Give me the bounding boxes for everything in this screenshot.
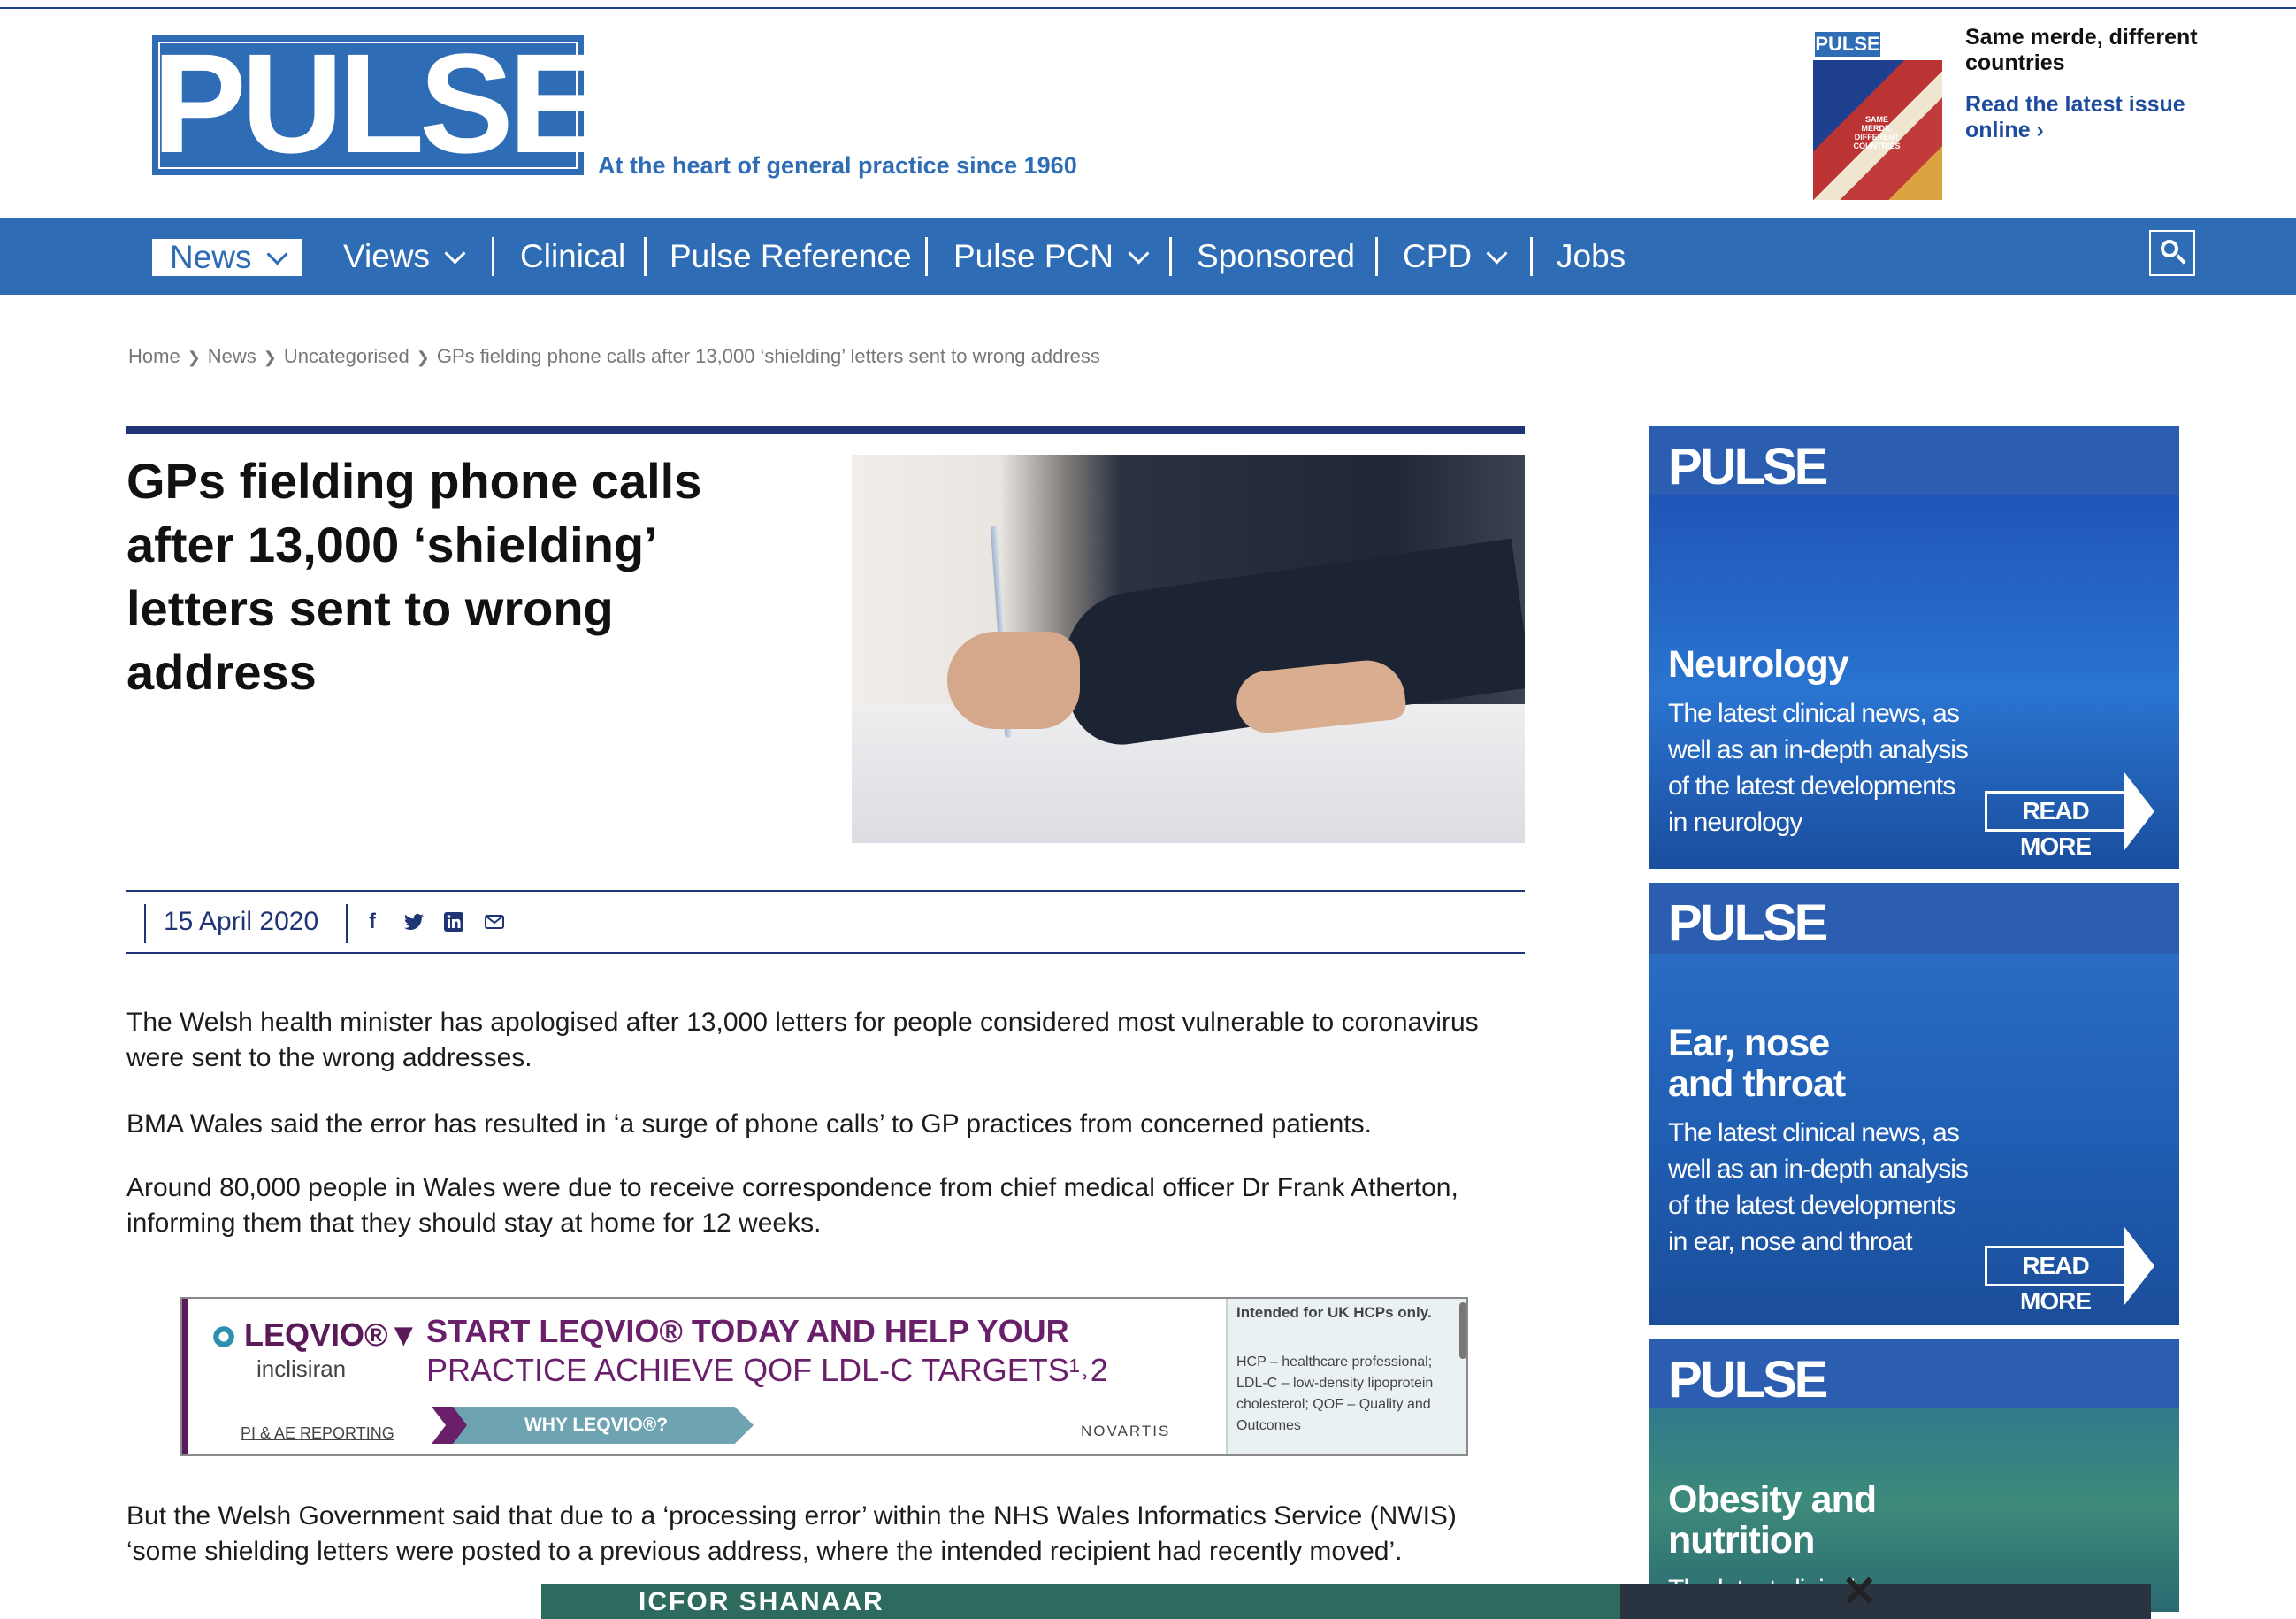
nav-separator xyxy=(925,237,928,276)
sidebar-pulse-logo: PULSE xyxy=(1668,1351,1828,1408)
sidebar-card-title: Neurology xyxy=(1668,643,1849,686)
nav-cpd[interactable]: CPD xyxy=(1403,218,1508,295)
sidebar-pulse-logo: PULSE xyxy=(1668,438,1828,495)
ad-brand-logo: LEQVIO®▼ xyxy=(209,1316,419,1354)
read-more-button[interactable]: READ MORE xyxy=(1985,1246,2126,1315)
tagline: At the heart of general practice since 1… xyxy=(598,152,1077,179)
logo-text: PULSE xyxy=(152,24,602,182)
ad-pi-reporting-link[interactable]: PI & AE REPORTING xyxy=(241,1424,394,1443)
ad-headline-line1: START LEQVIO® TODAY AND HELP YOUR xyxy=(426,1313,1069,1349)
ad-box-scrollbar[interactable] xyxy=(1459,1302,1466,1359)
sidebar-card-obesity[interactable]: PULSE Obesity and nutrition The latest c… xyxy=(1649,1339,2179,1612)
sidebar-card-desc: The latest clinical news, as well as an … xyxy=(1668,699,1969,837)
nav-clinical[interactable]: Clinical xyxy=(520,218,625,295)
chevron-down-icon xyxy=(1128,242,1150,265)
sidebar-card-desc: The latest clinical news, as well as an … xyxy=(1668,1118,1969,1256)
ad-brand: LEQVIO® xyxy=(244,1316,388,1353)
article-title: GPs fielding phone calls after 13,000 ‘s… xyxy=(126,453,702,700)
article-top-rule xyxy=(126,426,1525,434)
top-border xyxy=(0,7,2296,9)
breadcrumb: Home ❯ News ❯ Uncategorised ❯ GPs fielding pho… xyxy=(128,345,1100,368)
sidebar-card-title: Ear, nose and throat xyxy=(1668,1022,1846,1105)
article-paragraph: Around 80,000 people in Wales were due t… xyxy=(126,1173,1458,1238)
nav-news-label: News xyxy=(170,239,252,275)
sticky-ad-text: ICFOR SHANAAR xyxy=(639,1587,884,1616)
nav-pulse-pcn[interactable]: Pulse PCN xyxy=(953,218,1150,295)
nav-cpd-label: CPD xyxy=(1403,238,1473,274)
article-hero-image xyxy=(852,455,1525,843)
article-paragraph: But the Welsh Government said that due t… xyxy=(126,1501,1457,1566)
read-more-button[interactable]: READ MORE xyxy=(1985,791,2126,860)
cover-logo: PULSE xyxy=(1815,32,1880,57)
pulse-logo[interactable]: PULSE xyxy=(152,24,602,182)
chevron-down-icon xyxy=(1486,242,1508,265)
nav-separator xyxy=(1530,237,1533,276)
sidebar-pulse-logo: PULSE xyxy=(1668,894,1828,952)
novartis-logo: NOVARTIS xyxy=(1081,1423,1171,1439)
close-icon[interactable]: ✕ xyxy=(1841,1571,1877,1614)
nav-views-label: Views xyxy=(343,238,431,274)
sidebar-card-neurology[interactable]: PULSE Neurology The latest clinical news… xyxy=(1649,426,2179,869)
sidebar-card-ent[interactable]: PULSE Ear, nose and throat The latest cl… xyxy=(1649,883,2179,1325)
latest-issue-title: Same merde, different countries xyxy=(1965,25,2198,75)
ad-box-title: Intended for UK HCPs only. xyxy=(1236,1304,1432,1321)
nav-separator xyxy=(492,237,494,276)
ad-accent-bar xyxy=(182,1299,188,1454)
why-leqvio-button[interactable]: WHY LEQVIO®? xyxy=(439,1407,754,1444)
nav-separator xyxy=(1169,237,1172,276)
ad-generic-name: inclisiran xyxy=(256,1355,347,1382)
article-meta-bar: 15 April 2020 f xyxy=(126,890,1525,954)
ad-brand-caret-icon: ▼ xyxy=(387,1316,420,1353)
meta-divider xyxy=(144,904,146,943)
article-paragraph: BMA Wales said the error has resulted in… xyxy=(126,1109,1372,1139)
nav-views[interactable]: Views xyxy=(343,218,466,295)
chevron-down-icon xyxy=(444,242,466,265)
breadcrumb-separator-icon: ❯ xyxy=(263,349,277,366)
email-icon[interactable] xyxy=(482,911,507,932)
search-icon-handle xyxy=(2176,254,2186,265)
meta-divider xyxy=(346,904,348,943)
read-latest-issue-link[interactable]: Read the latest issue online › xyxy=(1965,92,2231,143)
breadcrumb-separator-icon: ❯ xyxy=(187,349,201,366)
arrow-right-icon xyxy=(2124,772,2154,850)
leqvio-ad-banner[interactable]: LEQVIO®▼ inclisiran PI & AE REPORTING ST… xyxy=(180,1297,1468,1456)
nav-news[interactable]: News xyxy=(152,239,302,276)
arrow-right-icon xyxy=(2124,1227,2154,1305)
nav-pulse-pcn-label: Pulse PCN xyxy=(953,238,1114,274)
article-paragraph: The Welsh health minister has apologised… xyxy=(126,1008,1479,1072)
nav-jobs[interactable]: Jobs xyxy=(1557,218,1626,295)
nav-separator xyxy=(644,237,647,276)
main-nav: News Views Clinical Pulse Reference Puls… xyxy=(0,218,2296,295)
facebook-icon[interactable]: f xyxy=(365,911,379,932)
breadcrumb-uncategorised[interactable]: Uncategorised xyxy=(284,345,409,368)
leqvio-flower-icon xyxy=(209,1322,239,1353)
ad-box-text: HCP – healthcare professional; LDL-C – l… xyxy=(1236,1354,1434,1433)
twitter-icon[interactable] xyxy=(402,911,425,932)
breadcrumb-home[interactable]: Home xyxy=(128,345,180,368)
cover-text: SAME MERDE, DIFFERENT COUNTRIES xyxy=(1853,115,1901,150)
nav-sponsored[interactable]: Sponsored xyxy=(1197,218,1355,295)
ad-headline-line2: PRACTICE ACHIEVE QOF LDL-C TARGETS¹˒2 xyxy=(426,1352,1108,1388)
chevron-down-icon xyxy=(266,243,288,265)
nav-pulse-reference[interactable]: Pulse Reference xyxy=(670,218,912,295)
magazine-cover-thumbnail[interactable]: PULSE SAME MERDE, DIFFERENT COUNTRIES xyxy=(1813,30,1942,200)
hero-writing-hand xyxy=(947,632,1080,729)
breadcrumb-news[interactable]: News xyxy=(208,345,256,368)
linkedin-icon[interactable] xyxy=(443,911,464,932)
ad-info-box[interactable]: Intended for UK HCPs only. HCP – healthc… xyxy=(1226,1299,1466,1454)
nav-separator xyxy=(1375,237,1378,276)
breadcrumb-separator-icon: ❯ xyxy=(416,349,430,366)
search-button[interactable] xyxy=(2149,230,2195,276)
breadcrumb-current: GPs fielding phone calls after 13,000 ‘s… xyxy=(436,345,1100,367)
search-icon xyxy=(2161,240,2178,257)
sidebar-card-title: Obesity and nutrition xyxy=(1668,1478,1877,1561)
article-date: 15 April 2020 xyxy=(164,907,319,936)
bottom-sticky-ad[interactable]: ICFOR SHANAAR xyxy=(541,1584,2151,1619)
